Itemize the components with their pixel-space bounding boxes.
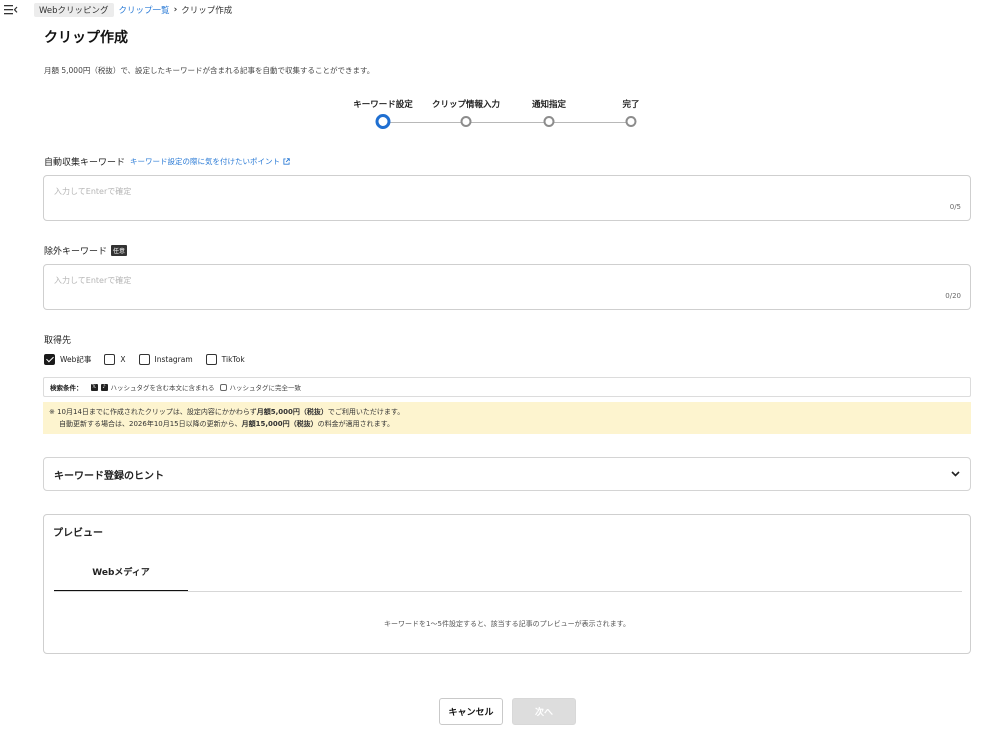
step-dot bbox=[460, 116, 472, 127]
step-dot-active bbox=[375, 114, 391, 129]
next-button[interactable]: 次へ bbox=[512, 698, 576, 725]
exclude-placeholder: 入力してEnterで確定 bbox=[54, 276, 132, 285]
source-instagram-checkbox[interactable]: Instagram bbox=[138, 354, 193, 365]
menu-collapse-icon[interactable] bbox=[4, 4, 18, 16]
search-condition-rule1: ハッシュタグを含む本文に含まれる bbox=[110, 384, 215, 392]
external-link-icon bbox=[283, 158, 290, 165]
x-logo-icon: 𝕏 bbox=[90, 383, 98, 391]
page-description: 月額 5,000円（税抜）で、設定したキーワードが含まれる記事を自動で収集するこ… bbox=[44, 66, 375, 75]
keywords-label-row: 自動収集キーワード キーワード設定の際に気を付けたいポイント bbox=[44, 155, 290, 168]
tiktok-logo-icon: ♪ bbox=[100, 383, 108, 391]
chevron-right-icon: › bbox=[173, 5, 178, 15]
step-label: 通知指定 bbox=[531, 100, 566, 110]
tab-divider bbox=[54, 591, 962, 592]
notice-line2-suffix: の料金が適用されます。 bbox=[317, 420, 394, 428]
page-title: クリップ作成 bbox=[44, 30, 128, 46]
checkbox-label: Web記事 bbox=[60, 355, 92, 364]
notice-line2-prefix: 自動更新する場合は、2026年10月15日以降の更新から、 bbox=[59, 420, 242, 428]
sources-checkbox-group: Web記事 X Instagram TikTok bbox=[44, 354, 258, 365]
accordion-title: キーワード登録のヒント bbox=[54, 470, 164, 482]
step-keyword-setting: キーワード設定 bbox=[343, 98, 423, 129]
notice-line-2: 自動更新する場合は、2026年10月15日以降の更新から、月額15,000円（税… bbox=[49, 418, 965, 430]
keyword-hints-accordion[interactable]: キーワード登録のヒント bbox=[43, 457, 971, 491]
keywords-label: 自動収集キーワード bbox=[44, 158, 126, 168]
step-label: クリップ情報入力 bbox=[431, 100, 500, 110]
keywords-counter: 0/5 bbox=[949, 203, 961, 211]
notice-price: 月額5,000円（税抜） bbox=[256, 408, 328, 416]
step-label: 完了 bbox=[622, 100, 640, 110]
checkbox[interactable] bbox=[205, 354, 217, 365]
notice-line-1: ※ 10月14日までに作成されたクリップは、設定内容にかかわらず月額5,000円… bbox=[49, 406, 965, 418]
preview-title: プレビュー bbox=[53, 528, 103, 539]
source-x-checkbox[interactable]: X bbox=[104, 354, 126, 365]
keywords-input[interactable]: 入力してEnterで確定 0/5 bbox=[43, 175, 971, 221]
step-clip-info: クリップ情報入力 bbox=[426, 98, 506, 127]
step-notification: 通知指定 bbox=[509, 98, 589, 127]
step-complete: 完了 bbox=[591, 98, 671, 127]
stepper-line bbox=[383, 122, 631, 123]
exclude-label: 除外キーワード bbox=[44, 247, 108, 257]
exclude-counter: 0/20 bbox=[945, 292, 961, 300]
exclude-label-row: 除外キーワード 任意 bbox=[44, 244, 128, 257]
preview-empty-message: キーワードを1～5件設定すると、該当する記事のプレビューが表示されます。 bbox=[384, 620, 630, 628]
search-condition-rule2: ハッシュタグに完全一致 bbox=[229, 384, 302, 392]
pricing-notice: ※ 10月14日までに作成されたクリップは、設定内容にかかわらず月額5,000円… bbox=[43, 402, 971, 434]
step-label: キーワード設定 bbox=[353, 100, 413, 110]
notice-line2-price: 月額15,000円（税抜） bbox=[241, 420, 318, 428]
checkbox[interactable] bbox=[138, 354, 150, 365]
cancel-button[interactable]: キャンセル bbox=[439, 698, 503, 725]
optional-badge: 任意 bbox=[111, 245, 128, 256]
breadcrumb-parent-link[interactable]: クリップ一覧 bbox=[119, 4, 170, 16]
preview-panel: プレビュー Webメディア キーワードを1～5件設定すると、該当する記事のプレビ… bbox=[43, 514, 971, 654]
keywords-placeholder: 入力してEnterで確定 bbox=[54, 187, 132, 196]
breadcrumb: Webクリッピング クリップ一覧 › クリップ作成 bbox=[34, 3, 232, 17]
sources-label: 取得先 bbox=[44, 336, 72, 346]
source-web-checkbox[interactable]: Web記事 bbox=[44, 354, 91, 365]
breadcrumb-current: クリップ作成 bbox=[181, 6, 233, 16]
exclude-keywords-input[interactable]: 入力してEnterで確定 0/20 bbox=[43, 264, 971, 310]
progress-stepper: キーワード設定 クリップ情報入力 通知指定 完了 bbox=[345, 98, 650, 132]
notice-prefix: ※ 10月14日までに作成されたクリップは、設定内容にかかわらず bbox=[49, 408, 257, 416]
checkbox-checked[interactable] bbox=[44, 354, 55, 365]
search-condition-label: 検索条件： bbox=[50, 384, 83, 392]
breadcrumb-root[interactable]: Webクリッピング bbox=[34, 3, 114, 17]
chevron-down-icon bbox=[951, 471, 960, 477]
instagram-logo-icon bbox=[219, 383, 227, 391]
search-condition-box: 検索条件： 𝕏 ♪ ハッシュタグを含む本文に含まれる ハッシュタグに完全一致 bbox=[43, 377, 971, 397]
notice-suffix: でご利用いただけます。 bbox=[327, 408, 405, 416]
checkbox-label: X bbox=[120, 355, 126, 364]
source-tiktok-checkbox[interactable]: TikTok bbox=[205, 354, 245, 365]
checkbox-label: Instagram bbox=[154, 355, 193, 364]
keyword-tips-link-text: キーワード設定の際に気を付けたいポイント bbox=[130, 157, 281, 166]
step-dot bbox=[625, 116, 637, 127]
keyword-tips-link[interactable]: キーワード設定の際に気を付けたいポイント bbox=[130, 156, 290, 167]
tab-web-media[interactable]: Webメディア bbox=[54, 559, 188, 592]
step-dot bbox=[543, 116, 555, 127]
checkbox-label: TikTok bbox=[221, 355, 245, 364]
checkbox[interactable] bbox=[104, 354, 116, 365]
